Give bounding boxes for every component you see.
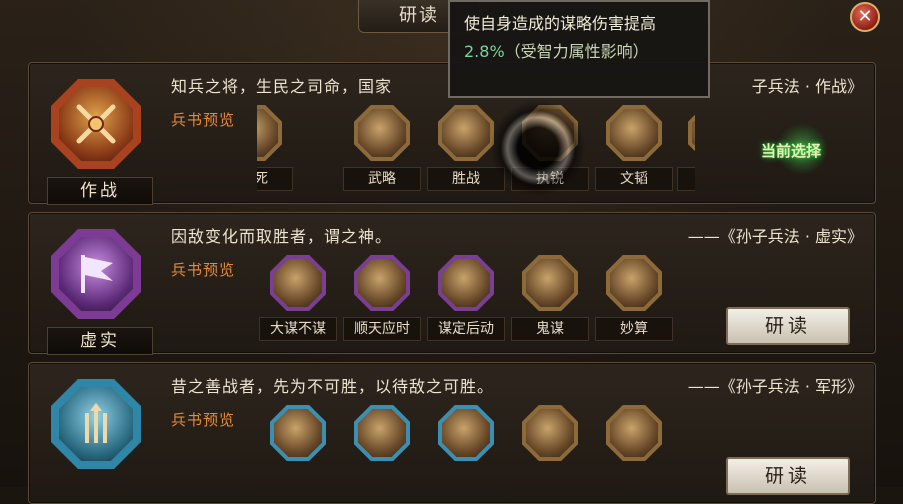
scroll-skill-icon bbox=[442, 109, 490, 157]
skill-name: 则死 bbox=[257, 167, 293, 191]
book-badge: 虚实 bbox=[37, 221, 161, 355]
skill-item[interactable]: 顺天应时 bbox=[343, 253, 421, 345]
research-button[interactable]: 研读 bbox=[726, 307, 850, 345]
skill-name: 顺天应时 bbox=[343, 317, 421, 341]
armor-skill-icon bbox=[526, 409, 574, 457]
skill-item[interactable]: 大谋不谋 bbox=[259, 253, 337, 345]
skill-item[interactable]: 分险 bbox=[677, 103, 695, 195]
skill-name: 胜战 bbox=[427, 167, 505, 191]
fist-skill-icon bbox=[610, 259, 658, 307]
banner-skill-icon bbox=[358, 259, 406, 307]
skill-name: 妙算 bbox=[595, 317, 673, 341]
skill-name: 谋定后动 bbox=[427, 317, 505, 341]
skill-item[interactable]: 鬼谋 bbox=[511, 253, 589, 345]
skill-list bbox=[257, 403, 695, 495]
skill-list: 大谋不谋 顺天应时 谋定后动 鬼谋 妙算 bbox=[257, 253, 695, 345]
current-selection-badge: 当前选择 bbox=[760, 142, 821, 160]
fist-skill-icon bbox=[610, 109, 658, 157]
skill-tooltip: 使自身造成的谋略伤害提高 2.8%（受智力属性影响） bbox=[448, 0, 710, 98]
robe-skill-icon bbox=[610, 409, 658, 457]
book-quote: 知兵之将，生民之司命，国家 bbox=[171, 77, 393, 96]
arrows-icon bbox=[59, 387, 133, 461]
skill-item[interactable]: 谋定后动 bbox=[427, 253, 505, 345]
tooltip-note: （受智力属性影响） bbox=[504, 42, 649, 61]
figure-skill-icon bbox=[274, 259, 322, 307]
book-name: 作战 bbox=[47, 177, 153, 205]
skill-item[interactable] bbox=[511, 403, 589, 495]
skill-list: 则死 武略 胜战 执锐 文韬 分险 bbox=[257, 103, 695, 195]
skill-name: 分险 bbox=[677, 167, 695, 191]
hand-skill-icon bbox=[442, 259, 490, 307]
book-panel-junxing[interactable]: 昔之善战者，先为不可胜，以待敌之可胜。 ——《孙子兵法 · 军形》 兵书预览 研… bbox=[28, 362, 876, 504]
branch-skill-icon bbox=[358, 409, 406, 457]
book-source: 子兵法 · 作战》 bbox=[751, 77, 863, 96]
book-quote: 因敌变化而取胜者，谓之神。 bbox=[171, 227, 393, 246]
book-badge bbox=[37, 371, 161, 495]
skill-name: 文韬 bbox=[595, 167, 673, 191]
tooltip-value-line: 2.8%（受智力属性影响） bbox=[464, 38, 649, 62]
book-source: ——《孙子兵法 · 虚实》 bbox=[687, 227, 863, 246]
preview-label: 兵书预览 bbox=[171, 411, 236, 429]
book-quote: 昔之善战者，先为不可胜，以待敌之可胜。 bbox=[171, 377, 495, 396]
skill-item[interactable] bbox=[343, 403, 421, 495]
face-skill-icon bbox=[526, 259, 574, 307]
tooltip-value: 2.8% bbox=[464, 42, 505, 61]
preview-label: 兵书预览 bbox=[171, 261, 236, 279]
skill-item[interactable]: 文韬 bbox=[595, 103, 673, 195]
flag-icon bbox=[59, 237, 133, 311]
skill-name: 鬼谋 bbox=[511, 317, 589, 341]
close-icon[interactable]: ✕ bbox=[850, 2, 880, 32]
cursor-swirl bbox=[490, 100, 586, 196]
research-button[interactable]: 研读 bbox=[726, 457, 850, 495]
horse-skill-icon bbox=[442, 409, 490, 457]
book-badge: 作战 bbox=[37, 71, 161, 205]
troops-skill-icon bbox=[274, 409, 322, 457]
skill-item[interactable] bbox=[259, 403, 337, 495]
skill-item[interactable] bbox=[427, 403, 505, 495]
skill-item[interactable]: 妙算 bbox=[595, 253, 673, 345]
skill-item[interactable] bbox=[595, 403, 673, 495]
book-panel-xushi[interactable]: 虚实 因敌变化而取胜者，谓之神。 ——《孙子兵法 · 虚实》 兵书预览 大谋不谋… bbox=[28, 212, 876, 355]
sword-skill-icon bbox=[358, 109, 406, 157]
skill-item[interactable]: 武略 bbox=[343, 103, 421, 195]
preview-label: 兵书预览 bbox=[171, 111, 236, 129]
tooltip-description: 使自身造成的谋略伤害提高 bbox=[464, 14, 657, 33]
book-source: ——《孙子兵法 · 军形》 bbox=[687, 377, 863, 396]
book-name: 虚实 bbox=[47, 327, 153, 355]
skill-item[interactable]: 则死 bbox=[257, 103, 293, 195]
skill-name: 大谋不谋 bbox=[259, 317, 337, 341]
skill-name: 武略 bbox=[343, 167, 421, 191]
